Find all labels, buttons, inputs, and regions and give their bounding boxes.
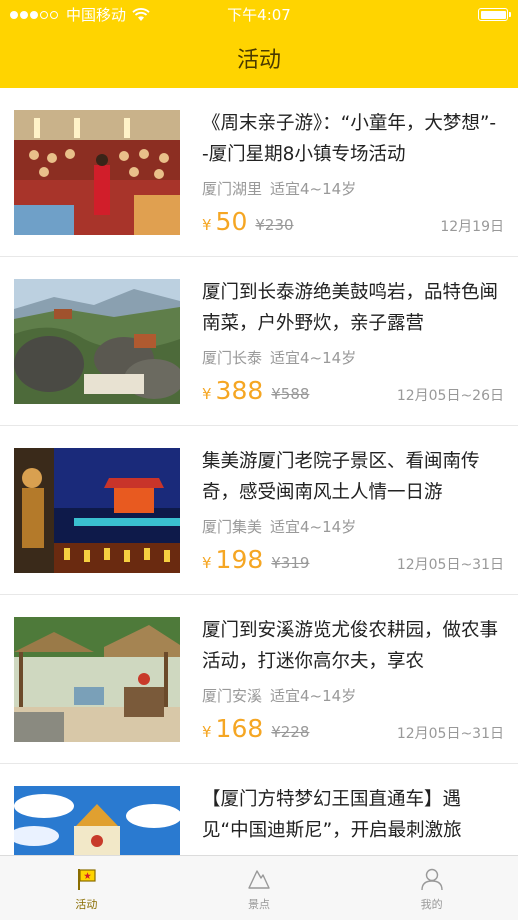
activity-thumbnail — [14, 448, 180, 573]
activity-title: 集美游厦门老院子景区、看闽南传奇，感受闽南风土人情一日游 — [202, 451, 480, 503]
tab-label: 景点 — [248, 898, 270, 911]
activity-date: 12月05日~26日 — [396, 388, 504, 404]
list-item[interactable]: 《周末亲子游》：“小童年，大梦想”--厦门星期8小镇专场活动 厦门湖里 适宜4~1… — [0, 88, 518, 257]
activity-location: 厦门长泰 — [202, 349, 263, 367]
original-price: ¥319 — [271, 554, 310, 572]
activity-title: 厦门到长泰游绝美鼓鸣岩，品特色闽南菜，户外野炊，亲子露营 — [202, 282, 499, 334]
tab-mine[interactable]: 我的 — [345, 856, 518, 920]
page-title: 活动 — [236, 48, 281, 73]
activity-meta: 厦门长泰 适宜4~14岁 — [202, 347, 356, 368]
battery-icon — [478, 8, 511, 21]
activity-title: 《周末亲子游》：“小童年，大梦想”--厦门星期8小镇专场活动 — [202, 113, 497, 165]
activity-date: 12月19日 — [440, 219, 504, 235]
mountain-icon — [248, 870, 270, 889]
current-price: 50 — [215, 207, 248, 236]
activity-price: ¥ 388 ¥588 — [202, 376, 309, 405]
activity-title: 厦门到安溪游览尤俊农耕园，做农事活动，打迷你高尔夫，享农 — [202, 620, 499, 672]
activity-title: 【厦门方特梦幻王国直通车】遇见“中国迪斯尼”，开启最刺激旅 — [202, 789, 462, 841]
currency-symbol: ¥ — [202, 216, 212, 234]
status-time: 下午4:07 — [227, 6, 291, 24]
tab-label: 我的 — [420, 898, 443, 911]
current-price: 388 — [215, 376, 264, 405]
flag-icon — [78, 869, 96, 890]
activity-age: 适宜4~14岁 — [270, 518, 357, 536]
activity-list[interactable]: 《周末亲子游》：“小童年，大梦想”--厦门星期8小镇专场活动 厦门湖里 适宜4~1… — [0, 88, 518, 855]
status-bar: 中国移动 下午4:07 — [0, 0, 518, 30]
activity-date: 12月05日~31日 — [396, 726, 504, 742]
tab-activities[interactable]: 活动 — [0, 856, 173, 920]
original-price: ¥588 — [271, 385, 310, 403]
person-icon — [420, 868, 443, 891]
activity-thumbnail — [14, 279, 180, 404]
list-item[interactable]: 【厦门方特梦幻王国直通车】遇见“中国迪斯尼”，开启最刺激旅 — [0, 764, 518, 855]
activity-price: ¥ 168 ¥228 — [202, 714, 309, 743]
list-item[interactable]: 厦门到长泰游绝美鼓鸣岩，品特色闽南菜，户外野炊，亲子露营 厦门长泰 适宜4~14岁… — [0, 257, 518, 426]
current-price: 168 — [215, 714, 264, 743]
current-price: 198 — [215, 545, 264, 574]
tab-attractions[interactable]: 景点 — [173, 856, 346, 920]
original-price: ¥230 — [255, 216, 294, 234]
list-item[interactable]: 厦门到安溪游览尤俊农耕园，做农事活动，打迷你高尔夫，享农 厦门安溪 适宜4~14岁… — [0, 595, 518, 764]
original-price: ¥228 — [271, 723, 310, 741]
activity-meta: 厦门湖里 适宜4~14岁 — [202, 178, 356, 199]
activity-location: 厦门集美 — [202, 518, 263, 536]
activity-price: ¥ 198 ¥319 — [202, 545, 309, 574]
activity-meta: 厦门集美 适宜4~14岁 — [202, 516, 356, 537]
activity-thumbnail — [14, 110, 180, 235]
currency-symbol: ¥ — [202, 554, 212, 572]
activity-price: ¥ 50 ¥230 — [202, 207, 294, 236]
activity-location: 厦门湖里 — [202, 180, 263, 198]
tab-label: 活动 — [75, 898, 98, 911]
activity-age: 适宜4~14岁 — [270, 687, 357, 705]
activity-meta: 厦门安溪 适宜4~14岁 — [202, 685, 356, 706]
currency-symbol: ¥ — [202, 385, 212, 403]
list-item[interactable]: 集美游厦门老院子景区、看闽南传奇，感受闽南风土人情一日游 厦门集美 适宜4~14岁… — [0, 426, 518, 595]
top-bar: 中国移动 下午4:07 活动 — [0, 0, 518, 88]
activity-age: 适宜4~14岁 — [270, 180, 357, 198]
tab-bar: 活动 景点 我的 — [0, 855, 518, 920]
activity-thumbnail — [14, 786, 180, 855]
activity-age: 适宜4~14岁 — [270, 349, 357, 367]
activity-thumbnail — [14, 617, 180, 742]
activity-date: 12月05日~31日 — [396, 557, 504, 573]
currency-symbol: ¥ — [202, 723, 212, 741]
activity-location: 厦门安溪 — [202, 687, 263, 705]
